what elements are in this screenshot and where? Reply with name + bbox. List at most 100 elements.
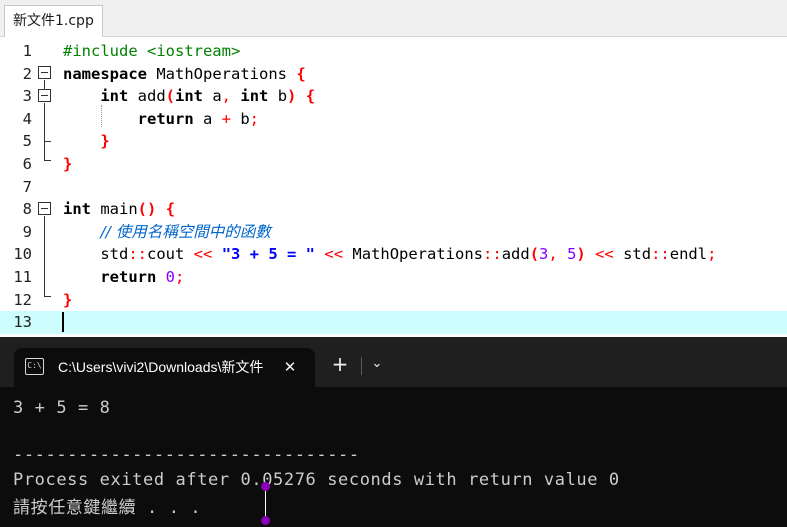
code-line[interactable]: 12}: [0, 289, 787, 312]
code-token: MathOperations: [147, 64, 297, 83]
code-line[interactable]: 10 std::cout << "3 + 5 = " << MathOperat…: [0, 243, 787, 266]
file-tab-label: 新文件1.cpp: [13, 13, 94, 29]
tab-dropdown-button[interactable]: ⌄: [367, 353, 387, 375]
code-line[interactable]: 9 // 使用名稱空間中的函數: [0, 221, 787, 244]
code-token: ): [576, 245, 586, 264]
code-token: std: [63, 245, 129, 264]
editor-tabbar: 新文件1.cpp: [0, 0, 787, 37]
code-line[interactable]: 5 }: [0, 130, 787, 153]
code-token: // 使用名稱空間中的函數: [100, 222, 271, 241]
code-token: <<: [595, 245, 614, 264]
line-code: // 使用名稱空間中的函數: [63, 221, 271, 244]
console-output-line: 3 + 5 = 8: [13, 398, 111, 418]
code-line[interactable]: 4 return a + b;: [0, 108, 787, 131]
console-tab[interactable]: C:\ C:\Users\vivi2\Downloads\新文件1.exe ✕: [14, 348, 315, 387]
code-token: <<: [324, 245, 344, 264]
new-tab-button[interactable]: +: [329, 353, 351, 375]
code-line[interactable]: 7: [0, 176, 787, 199]
console-window[interactable]: C:\ C:\Users\vivi2\Downloads\新文件1.exe ✕ …: [0, 337, 787, 527]
line-code: namespace MathOperations {: [63, 63, 306, 86]
line-code: return a + b;: [63, 108, 259, 131]
close-tab-button[interactable]: ✕: [280, 357, 300, 377]
line-number: 13: [13, 313, 32, 332]
cursor-handle-icon: [261, 516, 270, 525]
code-token: int: [240, 87, 269, 106]
code-line[interactable]: 6}: [0, 153, 787, 176]
console-prompt-line: 請按任意鍵繼續 . . .: [13, 498, 202, 518]
code-line[interactable]: 3 int add(int a, int b) {: [0, 85, 787, 108]
console-process-line: Process exited after 0.05276 seconds wit…: [13, 470, 620, 490]
code-token: cout: [147, 245, 194, 264]
code-token: MathOperations: [343, 245, 484, 264]
code-token: a: [193, 109, 222, 128]
line-code: std::cout << "3 + 5 = " << MathOperation…: [63, 243, 716, 266]
fold-toggle-icon[interactable]: [38, 202, 51, 215]
code-token: endl: [669, 245, 708, 264]
code-token: ::: [128, 245, 147, 264]
file-tab[interactable]: 新文件1.cpp: [4, 5, 103, 37]
line-code: return 0;: [63, 266, 184, 289]
line-number: 3: [22, 87, 32, 106]
code-token: b: [231, 109, 250, 128]
console-titlebar: C:\ C:\Users\vivi2\Downloads\新文件1.exe ✕ …: [0, 337, 787, 387]
line-number: 4: [22, 109, 32, 128]
code-token: {: [305, 87, 316, 106]
line-number: 9: [22, 222, 32, 241]
fold-line: [44, 103, 45, 160]
code-token: int: [63, 200, 91, 219]
text-cursor-icon: [265, 486, 266, 520]
line-code: int main() {: [63, 198, 175, 221]
code-token: (: [165, 87, 175, 106]
code-token: add: [501, 245, 530, 264]
code-line[interactable]: 13: [0, 311, 787, 334]
text-caret: [62, 312, 64, 333]
code-token: ,: [548, 245, 558, 264]
code-line[interactable]: 8 int main() {: [0, 198, 787, 221]
code-token: 0: [165, 268, 176, 286]
line-number: 10: [13, 245, 32, 264]
line-code: }: [63, 153, 72, 176]
code-token: return: [137, 109, 194, 128]
code-line[interactable]: 2 namespace MathOperations {: [0, 63, 787, 86]
line-number: 6: [22, 155, 32, 173]
line-number: 2: [22, 64, 32, 83]
code-token: ;: [175, 268, 185, 286]
code-token: <<: [193, 245, 213, 264]
code-token: namespace: [63, 64, 147, 83]
fold-toggle-icon[interactable]: [38, 89, 51, 102]
line-number: 5: [22, 132, 32, 151]
line-code: #include <iostream>: [63, 40, 240, 63]
code-token: main: [91, 200, 138, 219]
cursor-handle-icon: [261, 482, 270, 491]
titlebar-divider: [361, 357, 362, 375]
fold-end-marker: [44, 296, 51, 297]
code-token: ;: [707, 245, 717, 264]
code-token: a: [203, 87, 222, 106]
code-token: }: [100, 132, 110, 151]
code-token: b: [268, 87, 288, 106]
code-token: {: [296, 64, 306, 83]
code-line[interactable]: 1 #include <iostream>: [0, 40, 787, 63]
fold-end-marker: [44, 160, 51, 161]
line-number: 8: [22, 200, 32, 219]
code-token: (: [529, 245, 540, 264]
code-token: }: [63, 290, 73, 309]
code-token: int: [175, 87, 203, 106]
code-token: "3 + 5 = ": [221, 245, 316, 264]
line-number: 12: [13, 290, 32, 309]
code-token: return: [100, 268, 157, 286]
code-line[interactable]: 11 return 0;: [0, 266, 787, 289]
indent-guide: [101, 105, 102, 127]
code-token: add: [128, 87, 166, 106]
fold-toggle-icon[interactable]: [38, 66, 51, 79]
code-token: }: [63, 155, 73, 173]
code-editor[interactable]: 13 12} 11 return 0; 10 std::cout << "3 + 5 …: [0, 37, 787, 337]
code-token: {: [165, 200, 176, 219]
